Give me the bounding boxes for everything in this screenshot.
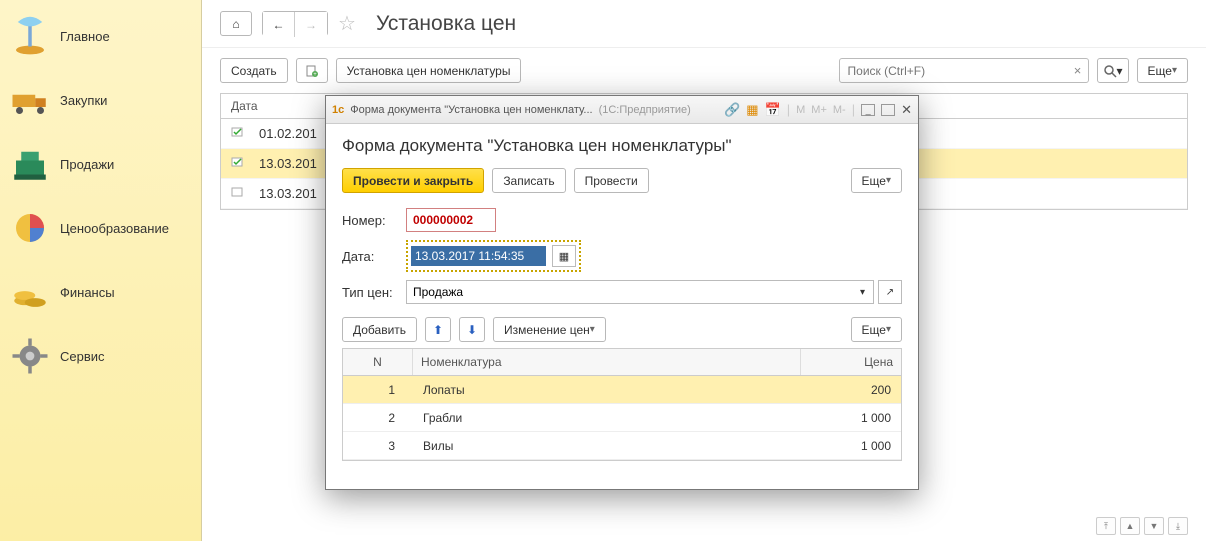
cell-price: 200 [801, 383, 901, 397]
grid-row[interactable]: 2Грабли1 000 [343, 404, 901, 432]
modal-window-title: Форма документа "Установка цен номенклат… [350, 104, 592, 116]
sidebar-item-finance[interactable]: Финансы [0, 260, 201, 324]
set-prices-button[interactable]: Установка цен номенклатуры [336, 58, 522, 83]
more-button[interactable]: Еще [1137, 58, 1188, 83]
search-button[interactable]: ▾ [1097, 58, 1129, 83]
row-date: 13.03.201 [259, 186, 317, 201]
page-title: Установка цен [376, 12, 516, 36]
cash-register-icon [0, 143, 60, 185]
nav-first[interactable]: ⤒ [1096, 517, 1116, 535]
type-label: Тип цен: [342, 285, 406, 300]
sidebar-item-service[interactable]: Сервис [0, 324, 201, 388]
posted-icon [231, 155, 249, 172]
search-box[interactable]: × [839, 58, 1089, 83]
minimize-icon[interactable]: _ [861, 104, 875, 116]
date-input[interactable] [411, 246, 546, 266]
link-icon[interactable]: 🔗 [724, 102, 740, 118]
price-type-input[interactable] [406, 280, 852, 304]
clear-search-icon[interactable]: × [1068, 63, 1088, 78]
nav-up[interactable]: ▲ [1120, 517, 1140, 535]
sidebar-item-pricing[interactable]: Ценообразование [0, 196, 201, 260]
sidebar-item-sales[interactable]: Продажи [0, 132, 201, 196]
sidebar-item-main[interactable]: Главное [0, 4, 201, 68]
footer-nav: ⤒ ▲ ▼ ⤓ [1096, 517, 1188, 535]
document-modal: 1c Форма документа "Установка цен номенк… [325, 95, 919, 490]
move-up-button[interactable]: ⬆ [425, 317, 451, 342]
copy-button[interactable]: + [296, 58, 328, 83]
calc-icon[interactable]: ▦ [746, 102, 758, 118]
sidebar-item-label: Продажи [60, 157, 114, 172]
sidebar-item-label: Сервис [60, 349, 105, 364]
posted-icon [231, 125, 249, 142]
items-grid: N Номенклатура Цена 1Лопаты2002Грабли1 0… [342, 348, 902, 461]
sidebar-item-label: Финансы [60, 285, 115, 300]
modal-heading: Форма документа "Установка цен номенклат… [342, 136, 902, 156]
cell-name: Лопаты [413, 383, 801, 397]
sidebar-item-label: Главное [60, 29, 110, 44]
back-button[interactable]: ← [263, 12, 295, 37]
cell-n: 1 [343, 383, 413, 397]
close-icon[interactable]: ✕ [901, 102, 912, 118]
add-row-button[interactable]: Добавить [342, 317, 417, 342]
cell-price: 1 000 [801, 411, 901, 425]
coins-icon [0, 271, 60, 313]
grid-col-name[interactable]: Номенклатура [413, 349, 801, 375]
grid-row[interactable]: 1Лопаты200 [343, 376, 901, 404]
change-prices-button[interactable]: Изменение цен [493, 317, 606, 342]
draft-icon [231, 185, 249, 202]
number-label: Номер: [342, 213, 406, 228]
cell-n: 3 [343, 439, 413, 453]
forward-button[interactable]: → [295, 12, 327, 37]
save-button[interactable]: Записать [492, 168, 565, 193]
move-down-button[interactable]: ⬇ [459, 317, 485, 342]
number-input[interactable] [406, 208, 496, 232]
nav-last[interactable]: ⤓ [1168, 517, 1188, 535]
cell-price: 1 000 [801, 439, 901, 453]
grid-col-n[interactable]: N [343, 349, 413, 375]
home-button[interactable]: ⌂ [220, 11, 252, 36]
truck-icon [0, 79, 60, 121]
svg-text:+: + [313, 72, 317, 78]
main-icon [0, 15, 60, 57]
sidebar: Главное Закупки Продажи Ценообразование … [0, 0, 202, 541]
grid-row[interactable]: 3Вилы1 000 [343, 432, 901, 460]
post-button[interactable]: Провести [574, 168, 649, 193]
open-ref-icon[interactable]: ↗ [878, 280, 902, 304]
m-plus-icon[interactable]: M+ [811, 104, 827, 116]
calendar-icon[interactable]: 📅 [765, 102, 781, 118]
row-date: 01.02.201 [259, 126, 317, 141]
nav-down[interactable]: ▼ [1144, 517, 1164, 535]
maximize-icon[interactable] [881, 104, 895, 116]
cell-name: Грабли [413, 411, 801, 425]
m-icon[interactable]: M [796, 104, 805, 116]
row-date: 13.03.201 [259, 156, 317, 171]
post-and-close-button[interactable]: Провести и закрыть [342, 168, 484, 193]
sidebar-item-label: Ценообразование [60, 221, 169, 236]
favorite-star-icon[interactable]: ☆ [338, 11, 356, 36]
calendar-picker-icon[interactable]: ▦ [552, 245, 576, 267]
modal-window-subtitle: (1С:Предприятие) [599, 104, 691, 116]
titlebar: ⌂ ← → ☆ Установка цен [202, 0, 1206, 48]
main-toolbar: Создать + Установка цен номенклатуры × ▾… [202, 48, 1206, 93]
cell-name: Вилы [413, 439, 801, 453]
sidebar-item-label: Закупки [60, 93, 107, 108]
dropdown-toggle-icon[interactable]: ▾ [852, 280, 874, 304]
search-input[interactable] [840, 64, 1068, 78]
modal-more-button[interactable]: Еще [851, 168, 902, 193]
app-icon: 1c [332, 104, 344, 116]
modal-titlebar[interactable]: 1c Форма документа "Установка цен номенк… [326, 96, 918, 124]
create-button[interactable]: Создать [220, 58, 288, 83]
m-minus-icon[interactable]: M- [833, 104, 846, 116]
cell-n: 2 [343, 411, 413, 425]
gear-icon [0, 335, 60, 377]
grid-col-price[interactable]: Цена [801, 349, 901, 375]
date-label: Дата: [342, 249, 406, 264]
pie-icon [0, 207, 60, 249]
sidebar-item-purchases[interactable]: Закупки [0, 68, 201, 132]
grid-more-button[interactable]: Еще [851, 317, 902, 342]
